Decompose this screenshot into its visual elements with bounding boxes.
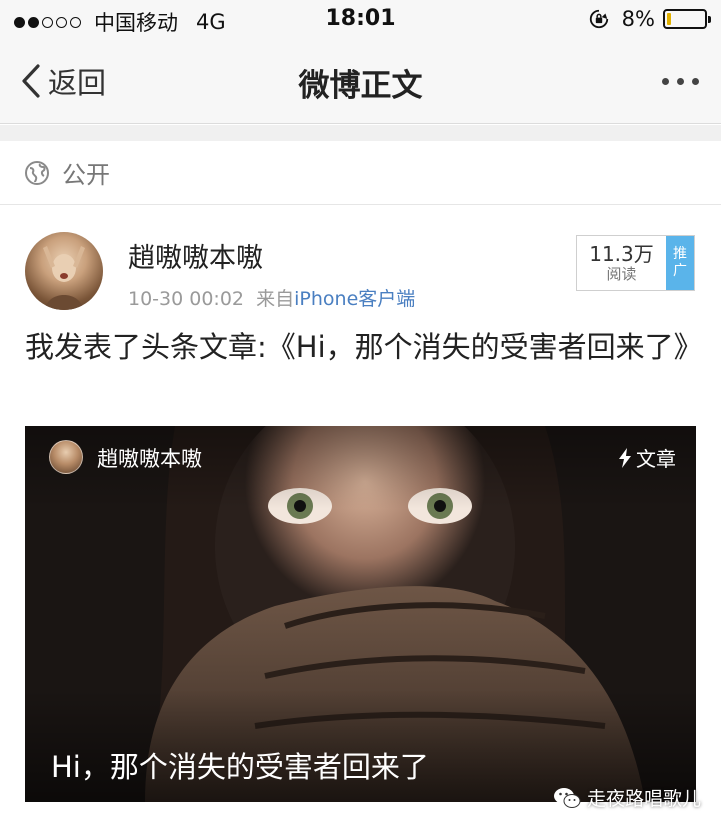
article-title: Hi，那个消失的受害者回来了 [51,750,429,784]
section-divider [0,125,721,141]
battery-icon [663,9,711,29]
visibility-row: 公开 [0,141,721,205]
avatar[interactable] [25,232,103,310]
card-avatar [49,440,83,474]
article-tag: 文章 [618,443,676,472]
source-client-link[interactable]: iPhone客户端 [294,288,415,310]
nav-bar: 返回 微博正文 [0,40,721,124]
author-name[interactable]: 趙嗷嗷本嗷 [128,236,263,275]
source-prefix: 来自 [256,288,295,310]
promote-button[interactable]: 推 广 [666,236,694,290]
more-dot-icon [677,78,684,85]
read-count-label: 阅读 [606,265,637,283]
weibo-post: 趙嗷嗷本嗷 10-30 00:02 来自iPhone客户端 11.3万 阅读 推… [0,206,721,830]
post-time: 10-30 00:02 [128,288,245,310]
read-count-box: 11.3万 阅读 推 广 [576,235,695,291]
article-card[interactable]: 趙嗷嗷本嗷 文章 Hi，那个消失的受害者回来了 [25,426,696,802]
page-title: 微博正文 [298,68,423,104]
lightning-icon [619,447,631,468]
watermark: 走夜路唱歌儿 [553,784,701,811]
battery-level [667,13,671,25]
read-count: 11.3万 阅读 [577,236,666,290]
read-count-value: 11.3万 [589,242,654,266]
status-right: 8% [588,7,711,31]
more-options-button[interactable] [654,78,699,85]
post-meta: 10-30 00:02 来自iPhone客户端 [128,284,415,311]
status-bar: 中国移动 4G 18:01 8% [0,0,721,40]
wechat-icon [553,787,581,808]
avatar-image [43,246,85,310]
visibility-label: 公开 [62,161,110,189]
card-author: 趙嗷嗷本嗷 [97,447,202,471]
battery-tip [708,16,711,23]
watermark-text: 走夜路唱歌儿 [586,788,701,810]
promote-label: 广 [673,263,687,279]
promote-label: 推 [673,246,687,262]
post-text: 我发表了头条文章:《Hi，那个消失的受害者回来了》 [25,330,703,364]
more-dot-icon [662,78,669,85]
article-tag-label: 文章 [636,447,676,471]
battery-percent: 8% [621,7,655,31]
more-dot-icon [692,78,699,85]
rotation-lock-icon [589,9,608,29]
globe-icon [25,160,49,185]
